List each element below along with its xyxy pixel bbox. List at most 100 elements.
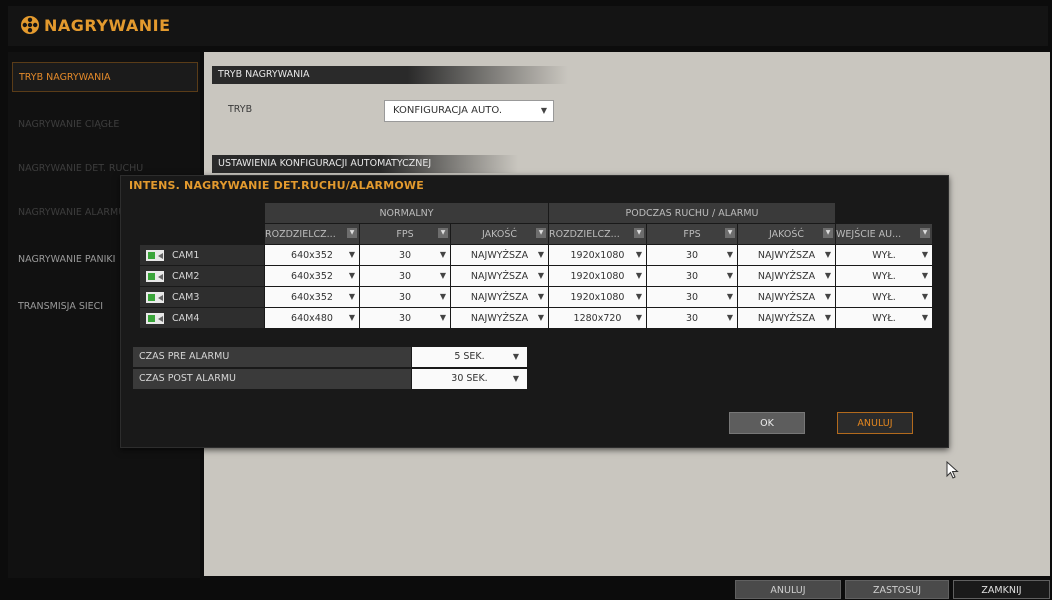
chevron-down-icon: ▼ [726,271,733,280]
sort-icon: ▼ [634,228,644,238]
mode-select-value: KONFIGURACJA AUTO. [393,105,503,116]
section-header-auto-config: USTAWIENIA KONFIGURACJI AUTOMATYCZNEJ [212,155,518,173]
film-reel-icon [21,16,39,34]
cancel-button[interactable]: ANULUJ [735,580,841,599]
pre-alarm-select[interactable]: 5 SEK. ▼ [412,347,527,367]
resolution-select[interactable]: 640x480 ▼ [265,308,359,328]
apply-button[interactable]: ZASTOSUJ [845,580,949,599]
event-fps-select[interactable]: 30 ▼ [647,308,737,328]
event-resolution-select[interactable]: 1920x1080 ▼ [549,245,646,265]
fps-select[interactable]: 30 ▼ [360,308,450,328]
chevron-down-icon: ▼ [824,292,831,301]
chevron-down-icon: ▼ [824,271,831,280]
group-header-empty [836,203,932,223]
event-quality-select[interactable]: NAJWYŻSZA ▼ [738,287,835,307]
chevron-down-icon: ▼ [726,292,733,301]
camera-icon [146,270,164,282]
event-recording-dialog: INTENS. NAGRYWANIE DET.RUCHU/ALARMOWE NO… [120,175,949,448]
event-quality-select[interactable]: NAJWYŻSZA ▼ [738,245,835,265]
fps-select[interactable]: 30 ▼ [360,287,450,307]
sort-icon: ▼ [347,228,357,238]
camera-label: CAM1 [140,245,264,265]
section-header-record-mode: TRYB NAGRYWANIA [212,66,568,84]
fps-select[interactable]: 30 ▼ [360,266,450,286]
camera-icon [146,249,164,261]
event-quality-select[interactable]: NAJWYŻSZA ▼ [738,266,835,286]
column-header-event-fps[interactable]: FPS ▼ [647,224,737,244]
event-resolution-select[interactable]: 1920x1080 ▼ [549,266,646,286]
chevron-down-icon: ▼ [824,313,831,322]
column-header-event-resolution[interactable]: ROZDZIELCZ... ▼ [549,224,646,244]
close-button[interactable]: ZAMKNIJ [953,580,1050,599]
column-header-quality[interactable]: JAKOŚĆ ▼ [451,224,548,244]
camera-icon [146,291,164,303]
quality-select[interactable]: NAJWYŻSZA ▼ [451,245,548,265]
chevron-down-icon: ▼ [921,250,928,259]
chevron-down-icon: ▼ [348,271,355,280]
camera-settings-table: NORMALNY PODCZAS RUCHU / ALARMU ROZDZIEL… [139,202,933,329]
chevron-down-icon: ▼ [921,292,928,301]
chevron-down-icon: ▼ [540,106,547,115]
event-fps-select[interactable]: 30 ▼ [647,245,737,265]
chevron-down-icon: ▼ [439,292,446,301]
event-resolution-select[interactable]: 1920x1080 ▼ [549,287,646,307]
camera-icon [146,312,164,324]
chevron-down-icon: ▼ [439,250,446,259]
chevron-down-icon: ▼ [537,271,544,280]
column-header-fps[interactable]: FPS ▼ [360,224,450,244]
camera-label: CAM3 [140,287,264,307]
audio-input-select[interactable]: WYŁ. ▼ [836,308,932,328]
pre-alarm-label: CZAS PRE ALARMU [133,347,411,367]
camera-label: CAM4 [140,308,264,328]
post-alarm-select[interactable]: 30 SEK. ▼ [412,369,527,389]
dialog-cancel-button[interactable]: ANULUJ [837,412,913,434]
chevron-down-icon: ▼ [921,313,928,322]
table-row: CAM3 640x352 ▼ 30 ▼ NAJWYŻSZA ▼ 1920x1080 ▼ … [140,287,932,307]
quality-select[interactable]: NAJWYŻSZA ▼ [451,287,548,307]
fps-select[interactable]: 30 ▼ [360,245,450,265]
column-header-event-quality[interactable]: JAKOŚĆ ▼ [738,224,835,244]
event-fps-select[interactable]: 30 ▼ [647,287,737,307]
audio-input-select[interactable]: WYŁ. ▼ [836,287,932,307]
mode-label: TRYB [228,104,253,115]
table-row: CAM2 640x352 ▼ 30 ▼ NAJWYŻSZA ▼ 1920x1080 ▼ … [140,266,932,286]
sidebar-item-nagrywanie-ciagle[interactable]: NAGRYWANIE CIĄGŁE [12,110,198,140]
resolution-select[interactable]: 640x352 ▼ [265,287,359,307]
chevron-down-icon: ▼ [921,271,928,280]
dialog-title: INTENS. NAGRYWANIE DET.RUCHU/ALARMOWE [129,179,424,192]
chevron-down-icon: ▼ [635,313,642,322]
sort-icon: ▼ [725,228,735,238]
table-corner-2 [140,224,264,244]
chevron-down-icon: ▼ [512,352,519,361]
chevron-down-icon: ▼ [635,250,642,259]
chevron-down-icon: ▼ [348,292,355,301]
event-fps-select[interactable]: 30 ▼ [647,266,737,286]
event-quality-select[interactable]: NAJWYŻSZA ▼ [738,308,835,328]
sort-icon: ▼ [823,228,833,238]
table-row: CAM4 640x480 ▼ 30 ▼ NAJWYŻSZA ▼ 1280x720 ▼ 3… [140,308,932,328]
chevron-down-icon: ▼ [348,313,355,322]
mode-select[interactable]: KONFIGURACJA AUTO. ▼ [384,100,554,122]
sort-icon: ▼ [438,228,448,238]
event-resolution-select[interactable]: 1280x720 ▼ [549,308,646,328]
chevron-down-icon: ▼ [537,250,544,259]
resolution-select[interactable]: 640x352 ▼ [265,245,359,265]
footer-bar: ANULUJ ZASTOSUJ ZAMKNIJ [0,578,1052,599]
chevron-down-icon: ▼ [635,292,642,301]
chevron-down-icon: ▼ [726,313,733,322]
sort-icon: ▼ [920,228,930,238]
resolution-select[interactable]: 640x352 ▼ [265,266,359,286]
chevron-down-icon: ▼ [537,313,544,322]
table-corner [140,203,264,223]
chevron-down-icon: ▼ [635,271,642,280]
quality-select[interactable]: NAJWYŻSZA ▼ [451,308,548,328]
ok-button[interactable]: OK [729,412,805,434]
column-header-resolution[interactable]: ROZDZIELCZ... ▼ [265,224,359,244]
column-header-audio-input[interactable]: WEJŚCIE AU... ▼ [836,224,932,244]
quality-select[interactable]: NAJWYŻSZA ▼ [451,266,548,286]
sidebar-item-tryb-nagrywania[interactable]: TRYB NAGRYWANIA [12,62,198,92]
chevron-down-icon: ▼ [512,374,519,383]
audio-input-select[interactable]: WYŁ. ▼ [836,245,932,265]
table-row: CAM1 640x352 ▼ 30 ▼ NAJWYŻSZA ▼ 1920x1080 ▼ … [140,245,932,265]
audio-input-select[interactable]: WYŁ. ▼ [836,266,932,286]
